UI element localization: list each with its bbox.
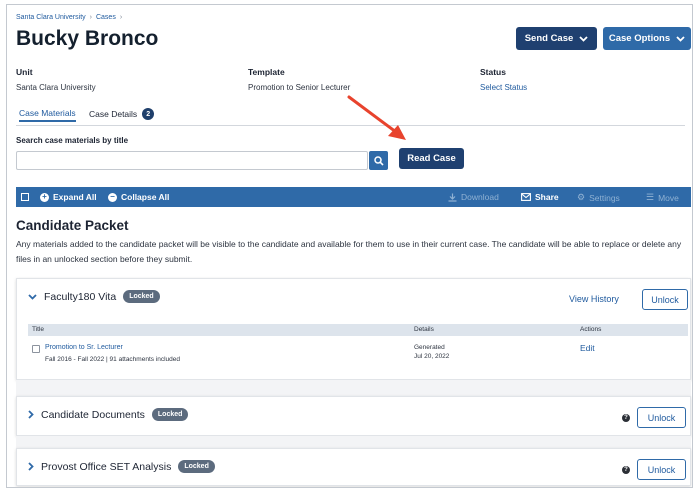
tab-label: Case Materials — [19, 108, 76, 118]
breadcrumb-link-university[interactable]: Santa Clara University — [16, 14, 86, 21]
template-value: Promotion to Senior Lecturer — [248, 83, 351, 92]
list-move-icon: ☰ — [646, 192, 655, 202]
column-header-title: Title — [32, 326, 45, 333]
locked-badge: Locked — [178, 460, 215, 473]
case-options-label: Case Options — [608, 33, 671, 44]
section-title: Candidate Documents — [41, 408, 145, 421]
settings-label: Settings — [589, 192, 620, 203]
download-label: Download — [461, 192, 499, 202]
mail-icon — [521, 193, 531, 201]
expand-all-label: Expand All — [53, 192, 97, 202]
row-title-link[interactable]: Promotion to Sr. Lecturer — [45, 344, 123, 351]
table-row: Promotion to Sr. Lecturer Fall 2016 - Fa… — [28, 338, 688, 368]
select-status-link[interactable]: Select Status — [480, 83, 527, 92]
section-card-faculty180-vita: Faculty180 Vita Locked View History Unlo… — [16, 278, 691, 380]
minus-circle-icon: − — [108, 192, 117, 202]
page-content: Santa Clara University › Cases › Bucky Bron… — [10, 8, 691, 486]
collapse-all-label: Collapse All — [121, 192, 170, 202]
section-card-candidate-documents: Candidate Documents Locked ? Unlock — [16, 396, 691, 436]
unlock-button[interactable]: Unlock — [642, 289, 688, 310]
download-icon — [448, 193, 457, 202]
move-label: Move — [658, 192, 679, 203]
unlock-label: Unlock — [647, 464, 676, 475]
chevron-down-icon — [28, 293, 37, 300]
breadcrumb-separator: › — [89, 14, 92, 21]
tab-label: Case Details — [89, 109, 138, 119]
row-details-date: Jul 20, 2022 — [414, 353, 450, 360]
search-button[interactable] — [369, 151, 388, 170]
locked-badge: Locked — [123, 290, 160, 303]
move-button[interactable]: ☰ Move — [646, 192, 679, 203]
candidate-packet-description: Any materials added to the candidate pac… — [16, 239, 682, 264]
section-card-provost-office-set-analysis: Provost Office SET Analysis Locked ? Unl… — [16, 448, 691, 486]
section-spacer — [16, 380, 691, 396]
collapse-all-button[interactable]: − Collapse All — [108, 192, 169, 202]
send-case-label: Send Case — [524, 33, 574, 44]
section-title: Faculty180 Vita — [44, 290, 117, 303]
search-input[interactable] — [16, 151, 368, 170]
breadcrumb-link-cases[interactable]: Cases — [96, 14, 116, 21]
section-spacer — [16, 436, 691, 448]
search-icon — [373, 155, 384, 166]
breadcrumb: Santa Clara University › Cases › — [16, 14, 126, 21]
row-details-status: Generated — [414, 344, 445, 351]
unlock-label: Unlock — [647, 412, 676, 423]
chevron-right-icon — [28, 410, 34, 419]
tab-case-materials[interactable]: Case Materials — [19, 108, 76, 122]
plus-circle-icon: + — [40, 192, 49, 202]
unlock-label: Unlock — [651, 294, 679, 305]
annotation-arrow-icon — [347, 95, 406, 140]
read-case-button[interactable]: Read Case — [399, 148, 464, 169]
locked-badge: Locked — [151, 408, 189, 421]
expand-all-button[interactable]: + Expand All — [40, 192, 97, 202]
materials-toolbar: + Expand All − Collapse All Download Sha… — [16, 187, 691, 207]
template-label: Template — [248, 67, 285, 77]
share-button[interactable]: Share — [521, 192, 559, 202]
candidate-packet-heading: Candidate Packet — [16, 218, 129, 233]
unit-label: Unit — [16, 67, 33, 77]
download-button[interactable]: Download — [448, 192, 499, 202]
chevron-right-icon — [28, 462, 34, 471]
row-subtitle: Fall 2016 - Fall 2022 | 91 attachments i… — [45, 356, 181, 363]
case-options-button[interactable]: Case Options — [603, 27, 691, 50]
section-title: Provost Office SET Analysis — [41, 460, 172, 473]
section-header[interactable]: Provost Office SET Analysis Locked — [28, 460, 215, 473]
share-label: Share — [535, 192, 559, 202]
send-case-button[interactable]: Send Case — [516, 27, 597, 50]
chevron-down-icon — [676, 35, 685, 42]
page-title: Bucky Bronco — [16, 27, 159, 50]
app-frame: Santa Clara University › Cases › Bucky Bron… — [6, 4, 693, 488]
section-header[interactable]: Candidate Documents Locked — [28, 408, 189, 421]
tab-case-details[interactable]: Case Details 2 — [89, 108, 155, 120]
search-label: Search case materials by title — [16, 136, 129, 145]
help-icon[interactable]: ? — [622, 414, 630, 422]
help-icon[interactable]: ? — [622, 466, 630, 474]
count-badge: 2 — [142, 108, 155, 120]
unit-value: Santa Clara University — [16, 83, 96, 92]
row-checkbox[interactable] — [32, 345, 40, 353]
view-history-link[interactable]: View History — [569, 294, 619, 304]
status-label: Status — [480, 67, 506, 77]
column-header-details: Details — [414, 326, 434, 333]
gear-icon: ⚙ — [577, 192, 586, 202]
unlock-button[interactable]: Unlock — [637, 407, 686, 428]
settings-button[interactable]: ⚙ Settings — [577, 192, 620, 203]
section-header[interactable]: Faculty180 Vita Locked — [28, 290, 160, 303]
select-all-checkbox[interactable] — [21, 193, 29, 201]
chevron-down-icon — [579, 35, 588, 42]
unlock-button[interactable]: Unlock — [637, 459, 686, 480]
row-edit-link[interactable]: Edit — [580, 343, 595, 353]
read-case-label: Read Case — [407, 153, 456, 164]
column-header-actions: Actions — [580, 326, 602, 333]
table-header: Title Details Actions — [28, 324, 688, 336]
breadcrumb-separator: › — [119, 14, 123, 21]
